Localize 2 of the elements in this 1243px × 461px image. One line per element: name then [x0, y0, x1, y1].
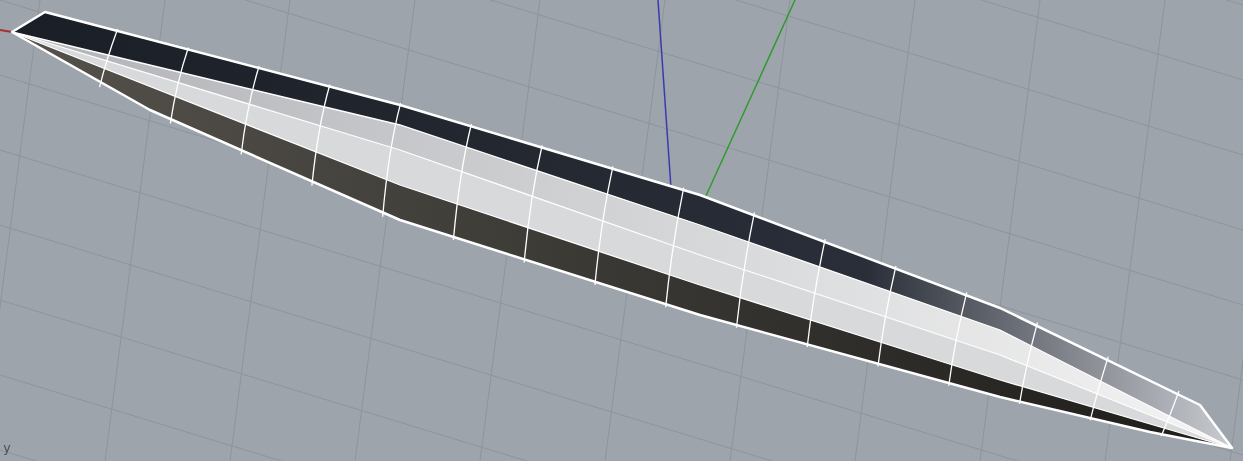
axis-label: y: [3, 440, 11, 455]
x-axis-line: [0, 29, 13, 33]
